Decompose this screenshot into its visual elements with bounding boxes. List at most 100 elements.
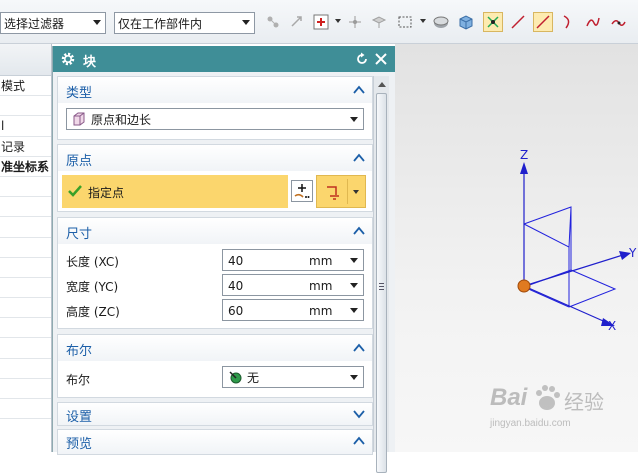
length-input[interactable]: 40 mm [222,249,364,271]
chevron-down-icon[interactable] [350,258,358,263]
snap-point-icon[interactable] [263,12,283,32]
watermark-url: jingyan.baidu.com [490,418,571,429]
chevron-down-icon [350,117,358,122]
chevron-up-icon[interactable] [352,434,366,448]
block-type-dropdown[interactable]: 原点和边长 [66,108,364,130]
chevron-down-icon [93,20,101,25]
navigator-row[interactable] [0,338,51,359]
navigator-row[interactable] [0,318,51,339]
boolean-none-icon [229,371,242,384]
scroll-thumb[interactable] [376,93,387,473]
navigator-row[interactable]: 准坐标系 [0,157,51,177]
navigator-row[interactable] [0,197,51,218]
block-type-icon [73,112,85,126]
reset-icon[interactable] [355,52,369,66]
selection-scope-dropdown[interactable]: 仅在工作部件内 [114,12,255,34]
navigator-row[interactable] [0,278,51,299]
width-value: 40 [228,279,244,293]
section-preview[interactable]: 预览 [57,429,373,455]
solid-cube-icon[interactable] [456,12,476,32]
navigator-row[interactable] [0,298,51,319]
navigator-row[interactable] [0,177,51,198]
navigator-row[interactable]: 模式 [0,76,51,97]
navigator-row[interactable] [0,379,51,399]
section-preview-header[interactable]: 预览 [58,430,372,454]
length-label: 长度 (XC) [66,255,119,269]
chevron-down-icon[interactable] [420,19,426,23]
height-label: 高度 (ZC) [66,305,120,319]
specify-point-row[interactable]: 指定点 [62,175,288,208]
height-unit: mm [309,304,333,318]
plane-select-icon[interactable] [369,12,389,32]
chevron-down-icon[interactable] [350,308,358,313]
gear-icon[interactable] [60,51,76,67]
axis-label-z: Z [520,148,529,162]
section-dimensions: 尺寸 长度 (XC) 40 mm 宽度 (YC) 40 mm 高度 (ZC) 6… [57,217,373,329]
section-origin: 原点 指定点 [57,144,373,212]
chevron-up-icon[interactable] [352,83,366,97]
close-icon[interactable] [374,52,388,66]
inferred-point-dropdown[interactable] [316,175,366,208]
snap-grid-icon[interactable] [483,12,503,32]
navigator-row[interactable] [0,258,51,278]
width-label: 宽度 (YC) [66,280,119,294]
watermark: Bai 经验 jingyan.baidu.com [490,380,630,440]
dialog-scrollbar[interactable] [373,76,389,473]
link-arrow-icon[interactable] [287,12,307,32]
navigator-row[interactable] [0,399,51,420]
point-constructor-icon[interactable] [311,12,331,32]
section-type-header[interactable]: 类型 [58,77,372,103]
move-vertex-icon[interactable] [345,12,365,32]
navigator-row[interactable] [0,217,51,238]
top-toolbar: 选择过滤器 仅在工作部件内 [0,0,638,44]
point-dialog-button[interactable] [291,180,313,202]
line-draw-active-icon[interactable] [533,12,553,32]
axis-label-y: Y [629,246,637,260]
width-unit: mm [309,279,333,293]
chevron-up-icon[interactable] [352,151,366,165]
spline-curve-icon[interactable] [583,12,603,32]
chevron-up-icon[interactable] [352,224,366,238]
navigator-row[interactable]: 记录 [0,137,51,157]
height-input[interactable]: 60 mm [222,299,364,321]
section-dimensions-header[interactable]: 尺寸 [58,218,372,244]
scroll-up-icon[interactable] [377,80,387,88]
dialog-body: 类型 原点和边长 原点 指定点 尺寸 长度 (XC) 40 mm 宽度 (YC)… [57,74,373,455]
navigator-row[interactable] [0,359,51,379]
section-boolean-header[interactable]: 布尔 [58,335,372,361]
chevron-down-icon [242,20,250,25]
section-label: 尺寸 [66,227,93,242]
watermark-jingyan: 经验 [564,392,604,414]
line-draw-icon[interactable] [508,12,528,32]
width-input[interactable]: 40 mm [222,274,364,296]
section-settings[interactable]: 设置 [57,402,373,426]
navigator-row[interactable] [0,96,51,117]
navigator-row[interactable]: l [0,116,51,137]
dialog-title: 块 [83,55,97,70]
section-label: 预览 [66,437,93,452]
chevron-down-icon[interactable] [353,190,359,194]
dialog-title-bar: 块 [53,46,396,72]
watermark-brand: Bai [490,384,528,411]
split-divider [347,179,348,204]
height-value: 60 [228,304,244,318]
chevron-down-icon[interactable] [350,283,358,288]
boolean-value: 无 [247,370,260,385]
arc-curve-icon[interactable] [558,12,578,32]
chevron-down-icon[interactable] [352,407,366,421]
shaded-view-icon[interactable] [431,12,451,32]
selection-scope-value: 仅在工作部件内 [118,16,203,31]
boolean-dropdown[interactable]: 无 [222,366,364,388]
chevron-down-icon[interactable] [335,19,341,23]
rectangle-select-icon[interactable] [395,12,415,32]
chevron-up-icon[interactable] [352,341,366,355]
navigator-row[interactable] [0,238,51,258]
section-origin-header[interactable]: 原点 [58,145,372,171]
studio-spline-icon[interactable] [608,12,628,32]
selection-filter-dropdown[interactable]: 选择过滤器 [0,12,106,34]
chevron-down-icon [350,375,358,380]
section-settings-header[interactable]: 设置 [58,403,372,425]
block-type-value: 原点和边长 [91,112,152,127]
axis-label-x: X [608,319,617,333]
section-label: 设置 [66,410,93,425]
